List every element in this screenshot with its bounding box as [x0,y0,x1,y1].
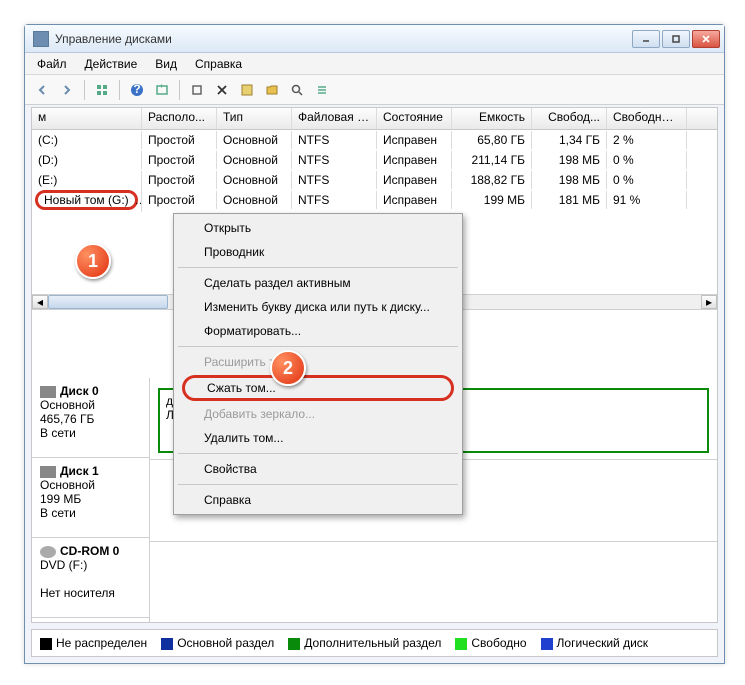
disk-1-title: Диск 1 [60,464,99,478]
ctx-extend: Расширить том... [176,350,460,374]
toolbar: ? [25,75,724,105]
legend-extended: Дополнительный раздел [304,636,441,650]
volume-row[interactable]: (C:)ПростойОсновнойNTFSИсправен65,80 ГБ1… [32,130,717,150]
disk-0-status: В сети [40,426,76,440]
volume-row[interactable]: (D:)ПростойОсновнойNTFSИсправен211,14 ГБ… [32,150,717,170]
disk-1-type: Основной [40,478,95,492]
disk-0-size: 465,76 ГБ [40,412,94,426]
svg-text:?: ? [133,83,140,96]
disk-management-window: Управление дисками Файл Действие Вид Спр… [24,24,725,664]
minimize-button[interactable] [632,30,660,48]
help-button[interactable]: ? [126,79,148,101]
legend-unallocated: Не распределен [56,636,147,650]
callout-badge-1: 1 [75,243,111,279]
ctx-add-mirror: Добавить зеркало... [176,402,460,426]
window-title: Управление дисками [55,32,632,46]
maximize-button[interactable] [662,30,690,48]
disk-icon [40,386,56,398]
disk-0-title: Диск 0 [60,384,99,398]
disk-1-size: 199 МБ [40,492,81,506]
ctx-delete[interactable]: Удалить том... [176,426,460,450]
disk-1-panel[interactable]: Диск 1 Основной 199 МБ В сети [32,458,149,538]
app-icon [33,31,49,47]
menu-file[interactable]: Файл [29,55,75,73]
ctx-make-active[interactable]: Сделать раздел активным [176,271,460,295]
col-type[interactable]: Тип [217,108,292,129]
selected-volume-name: Новый том (G:) [35,190,138,210]
cdrom-icon [40,546,56,558]
titlebar[interactable]: Управление дисками [25,25,724,53]
cdrom-type: DVD (F:) [40,558,87,572]
view-button[interactable] [91,79,113,101]
menu-view[interactable]: Вид [147,55,185,73]
col-layout[interactable]: Располо... [142,108,217,129]
legend: Не распределен Основной раздел Дополните… [31,629,718,657]
col-name[interactable]: м [32,108,142,129]
col-fs[interactable]: Файловая с... [292,108,377,129]
scroll-thumb[interactable] [48,295,168,309]
volume-row[interactable]: (E:)ПростойОсновнойNTFSИсправен188,82 ГБ… [32,170,717,190]
ctx-help[interactable]: Справка [176,488,460,512]
context-menu: Открыть Проводник Сделать раздел активны… [173,213,463,515]
cdrom-status: Нет носителя [40,586,115,600]
ctx-change-letter[interactable]: Изменить букву диска или путь к диску... [176,295,460,319]
disk-icon [40,466,56,478]
ctx-explorer[interactable]: Проводник [176,240,460,264]
properties-icon[interactable] [236,79,258,101]
search-icon[interactable] [286,79,308,101]
scroll-right-button[interactable]: ▸ [701,295,717,309]
legend-free: Свободно [471,636,526,650]
menu-help[interactable]: Справка [187,55,250,73]
disk-0-type: Основной [40,398,95,412]
ctx-shrink[interactable]: Сжать том... [182,375,454,401]
legend-primary: Основной раздел [177,636,274,650]
callout-badge-2: 2 [270,350,306,386]
menu-action[interactable]: Действие [77,55,146,73]
scroll-left-button[interactable]: ◂ [32,295,48,309]
close-button[interactable] [692,30,720,48]
folder-icon[interactable] [261,79,283,101]
forward-button[interactable] [56,79,78,101]
settings-button[interactable] [186,79,208,101]
col-status[interactable]: Состояние [377,108,452,129]
ctx-properties[interactable]: Свойства [176,457,460,481]
list-icon[interactable] [311,79,333,101]
ctx-open[interactable]: Открыть [176,216,460,240]
back-button[interactable] [31,79,53,101]
volume-list-header: м Располо... Тип Файловая с... Состояние… [32,108,717,130]
cdrom-partitions [150,542,717,623]
disk-1-status: В сети [40,506,76,520]
refresh-button[interactable] [151,79,173,101]
col-capacity[interactable]: Емкость [452,108,532,129]
disk-0-panel[interactable]: Диск 0 Основной 465,76 ГБ В сети [32,378,149,458]
col-freepct[interactable]: Свободно % [607,108,687,129]
volume-row[interactable]: Новый том (G:)ПростойОсновнойNTFSИсправе… [32,190,717,210]
legend-logical: Логический диск [557,636,649,650]
col-free[interactable]: Свобод... [532,108,607,129]
delete-button[interactable] [211,79,233,101]
cdrom-panel[interactable]: CD-ROM 0 DVD (F:) Нет носителя [32,538,149,618]
ctx-format[interactable]: Форматировать... [176,319,460,343]
cdrom-title: CD-ROM 0 [60,544,119,558]
menubar: Файл Действие Вид Справка [25,53,724,75]
